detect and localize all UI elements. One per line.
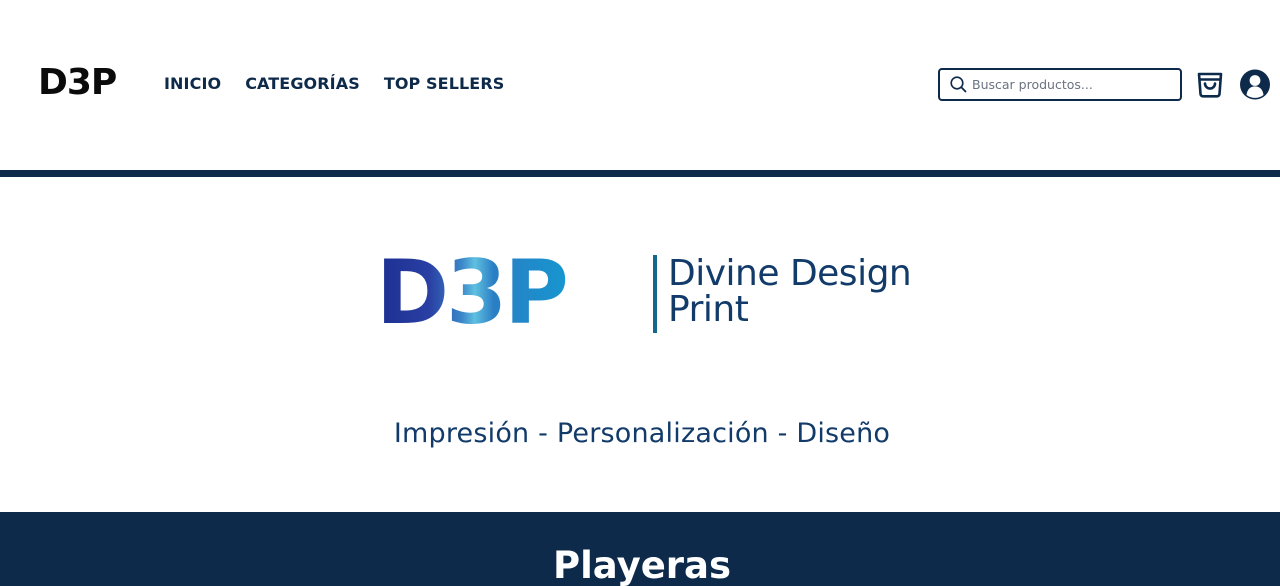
brand-name: Divine Design Print <box>668 256 928 328</box>
section-title: Playeras <box>552 544 732 586</box>
user-account-icon[interactable] <box>1240 69 1270 100</box>
brand-divider <box>653 255 657 333</box>
header-divider <box>0 170 1280 177</box>
nav-item-inicio[interactable]: INICIO <box>164 74 221 94</box>
brand-name-line-1: Divine Design <box>668 253 912 294</box>
category-banner: Playeras <box>0 512 1280 586</box>
hero-tagline: Impresión - Personalización - Diseño <box>393 418 891 449</box>
search-input[interactable] <box>972 77 1172 92</box>
brand-mark: D3P <box>376 241 569 344</box>
shopping-bag-icon[interactable] <box>1194 68 1226 100</box>
site-header: D3P INICIO CATEGORÍAS TOP SELLERS <box>0 0 1280 170</box>
search-box[interactable] <box>938 68 1182 101</box>
nav-item-categorias[interactable]: CATEGORÍAS <box>245 74 360 94</box>
nav-item-top-sellers[interactable]: TOP SELLERS <box>384 74 505 94</box>
brand-logo: D3P Divine Design Print <box>376 241 936 344</box>
search-icon[interactable] <box>950 76 967 93</box>
brand-name-line-2: Print <box>668 289 749 330</box>
main-nav: INICIO CATEGORÍAS TOP SELLERS <box>164 74 504 94</box>
site-logo[interactable]: D3P <box>38 64 117 102</box>
